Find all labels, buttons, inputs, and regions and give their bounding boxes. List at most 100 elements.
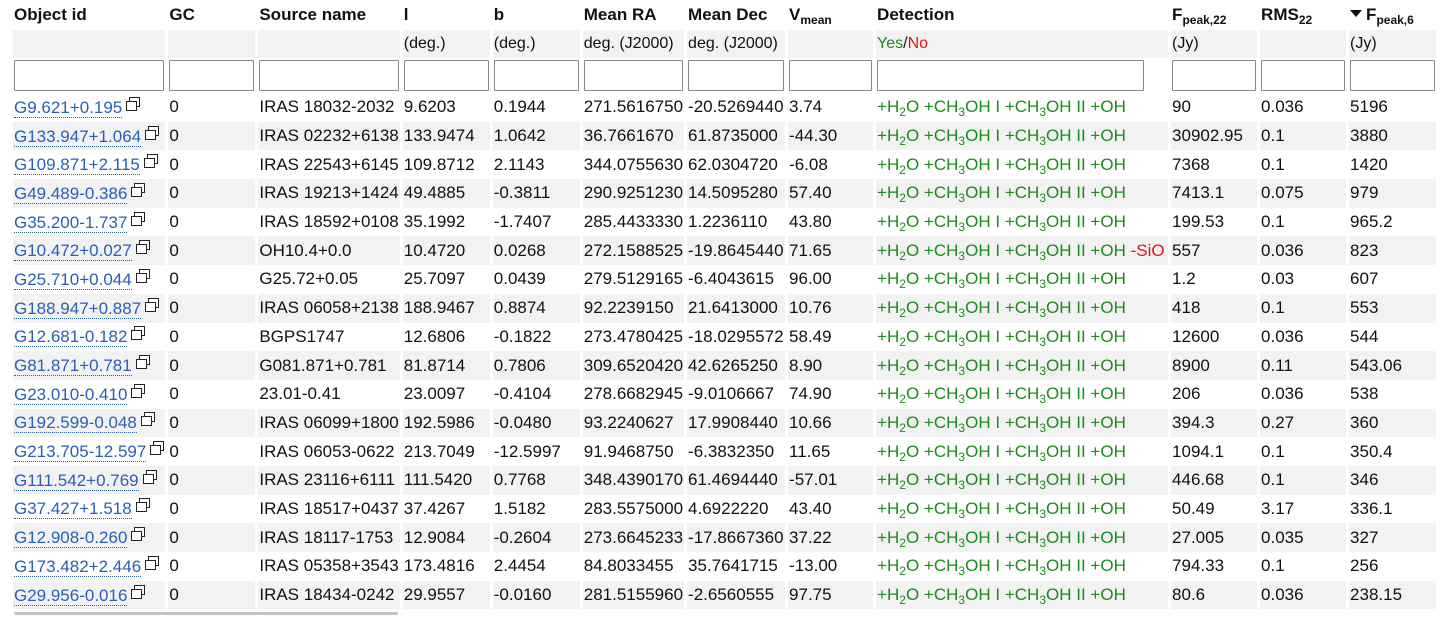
mean-dec-cell: 42.6265250 <box>687 351 786 380</box>
object-id-cell: G81.871+0.781 <box>13 351 166 380</box>
b-cell: 1.5182 <box>493 498 546 518</box>
fpeak6-cell: 360 <box>1349 408 1437 438</box>
column-header-l[interactable]: l <box>403 0 490 30</box>
filter-rms22-input[interactable] <box>1261 60 1346 91</box>
filter-fpeak6-input[interactable] <box>1350 60 1436 91</box>
column-header-mean-ra[interactable]: Mean RA <box>583 0 684 30</box>
popup-window-icon[interactable] <box>143 154 158 169</box>
l-cell: 9.6203 <box>403 97 456 117</box>
mean-ra-cell: 344.0755630 <box>583 154 684 174</box>
object-id-link[interactable]: G10.472+0.027 <box>14 241 132 262</box>
object-id-link[interactable]: G109.871+2.115 <box>14 155 140 176</box>
popup-window-icon[interactable] <box>142 469 157 484</box>
column-header-rms22[interactable]: RMS22 <box>1260 0 1346 30</box>
popup-window-icon[interactable] <box>126 96 141 111</box>
column-header-source-name[interactable]: Source name <box>258 0 399 30</box>
filter-gc-input[interactable] <box>169 60 255 91</box>
table-row: G37.427+1.518 0 IRAS 18517+0437 37.4267 1.51… <box>13 495 1436 524</box>
object-id-link[interactable]: G213.705-12.597 <box>14 442 147 463</box>
mean-ra-cell: 279.5129165 <box>583 269 684 289</box>
mean-dec-cell: -18.0295572 <box>688 326 784 346</box>
popup-window-icon[interactable] <box>135 498 150 513</box>
object-id-link[interactable]: G9.621+0.195 <box>14 97 123 118</box>
object-id-link[interactable]: G12.908-0.260 <box>14 528 128 549</box>
mean-ra-cell: 272.1588525 <box>582 236 685 266</box>
object-id-link[interactable]: G12.681-0.182 <box>14 327 128 348</box>
popup-window-icon[interactable] <box>131 584 146 599</box>
mean-dec-cell: -20.5269440 <box>688 97 784 117</box>
popup-window-icon[interactable] <box>131 527 146 542</box>
column-header-fpeak22[interactable]: Fpeak,22 <box>1171 0 1257 30</box>
b-cell: -0.1822 <box>493 326 552 346</box>
object-id-link[interactable]: G192.599-0.048 <box>14 413 137 434</box>
rms22-cell: 0.03 <box>1261 269 1295 289</box>
table-row: G49.489-0.386 0 IRAS 19213+1424 49.4885 -0.3… <box>13 179 1437 208</box>
popup-window-icon[interactable] <box>150 441 165 456</box>
source-name-cell: IRAS 06099+1800 <box>258 408 400 438</box>
vmean-cell: 10.76 <box>788 293 874 323</box>
object-id-link[interactable]: G35.200-1.737 <box>14 212 128 233</box>
object-id-cell: G173.482+2.446 <box>13 552 165 581</box>
filter-object-id-input[interactable] <box>14 60 165 91</box>
source-name-cell: IRAS 18434-0242 <box>258 580 400 610</box>
fpeak6-cell: 543.06 <box>1349 351 1437 380</box>
fpeak22-cell: 446.68 <box>1171 465 1258 495</box>
filter-detection-input[interactable] <box>877 60 1145 91</box>
object-id-link[interactable]: G29.956-0.016 <box>14 585 128 606</box>
column-header-detection[interactable]: Detection <box>876 0 1168 30</box>
l-cell: 109.8712 <box>403 154 475 174</box>
source-name-cell: IRAS 22543+6145 <box>259 154 399 174</box>
filter-mean-ra-input[interactable] <box>583 60 684 91</box>
table-row: G173.482+2.446 0 IRAS 05358+3543 173.4816 2.… <box>13 552 1436 581</box>
popup-window-icon[interactable] <box>135 268 150 283</box>
popup-window-icon[interactable] <box>131 182 146 197</box>
detection-positive: +H2O +CH3OH I +CH3OH II +OH <box>877 498 1126 521</box>
popup-window-icon[interactable] <box>135 240 150 255</box>
popup-window-icon[interactable] <box>131 326 146 341</box>
vmean-cell: 10.66 <box>788 408 874 438</box>
table-row: G10.472+0.027 0 OH10.4+0.0 10.4720 0.0268 272… <box>13 236 1437 266</box>
column-header-fpeak6[interactable]: Fpeak,6 <box>1349 0 1436 30</box>
column-header-object-id[interactable]: Object id <box>13 0 165 30</box>
popup-window-icon[interactable] <box>140 412 155 427</box>
column-header-vmean[interactable]: Vmean <box>788 0 873 30</box>
popup-window-icon[interactable] <box>131 211 146 226</box>
popup-window-icon[interactable] <box>145 297 160 312</box>
mean-ra-cell: 271.5616750 <box>583 97 684 117</box>
vmean-cell: 74.90 <box>789 384 832 404</box>
source-name-cell: G081.871+0.781 <box>258 351 400 380</box>
object-id-link[interactable]: G23.010-0.410 <box>14 384 128 405</box>
gc-cell: 0 <box>168 236 256 266</box>
object-id-link[interactable]: G81.871+0.781 <box>14 356 132 377</box>
column-header-gc[interactable]: GC <box>168 0 255 30</box>
object-id-link[interactable]: G37.427+1.518 <box>14 499 132 520</box>
popup-window-icon[interactable] <box>135 355 150 370</box>
mean-dec-cell: 62.0304720 <box>688 154 778 174</box>
rms22-cell: 0.11 <box>1260 351 1347 380</box>
table-row: G35.200-1.737 0 IRAS 18592+0108 35.1992 -1.7… <box>13 208 1436 237</box>
object-id-link[interactable]: G173.482+2.446 <box>14 556 142 577</box>
mean-dec-cell: 61.4694440 <box>687 465 786 495</box>
units-l: (deg.) <box>402 30 490 58</box>
filter-source-name-input[interactable] <box>259 60 399 91</box>
l-cell: 12.6806 <box>403 326 466 346</box>
filter-fpeak22-input[interactable] <box>1172 60 1257 91</box>
gc-cell: 0 <box>168 408 256 438</box>
b-cell: -0.0480 <box>492 408 580 438</box>
filter-vmean-input[interactable] <box>789 60 873 91</box>
filter-mean-dec-input[interactable] <box>688 60 785 91</box>
object-id-link[interactable]: G111.542+0.769 <box>14 470 139 491</box>
popup-window-icon[interactable] <box>145 555 160 570</box>
popup-window-icon[interactable] <box>145 125 160 140</box>
object-id-link[interactable]: G25.710+0.044 <box>14 269 132 290</box>
object-id-link[interactable]: G49.489-0.386 <box>14 183 128 204</box>
popup-window-icon[interactable] <box>131 383 146 398</box>
filter-l-input[interactable] <box>403 60 489 91</box>
column-header-mean-dec[interactable]: Mean Dec <box>687 0 785 30</box>
object-id-link[interactable]: G188.947+0.887 <box>14 298 142 319</box>
filter-b-input[interactable] <box>493 60 579 91</box>
object-id-link[interactable]: G133.947+1.064 <box>14 126 142 147</box>
mean-dec-cell: -9.0106667 <box>688 384 775 404</box>
horizontal-scrollbar[interactable] <box>14 612 398 615</box>
column-header-b[interactable]: b <box>493 0 580 30</box>
